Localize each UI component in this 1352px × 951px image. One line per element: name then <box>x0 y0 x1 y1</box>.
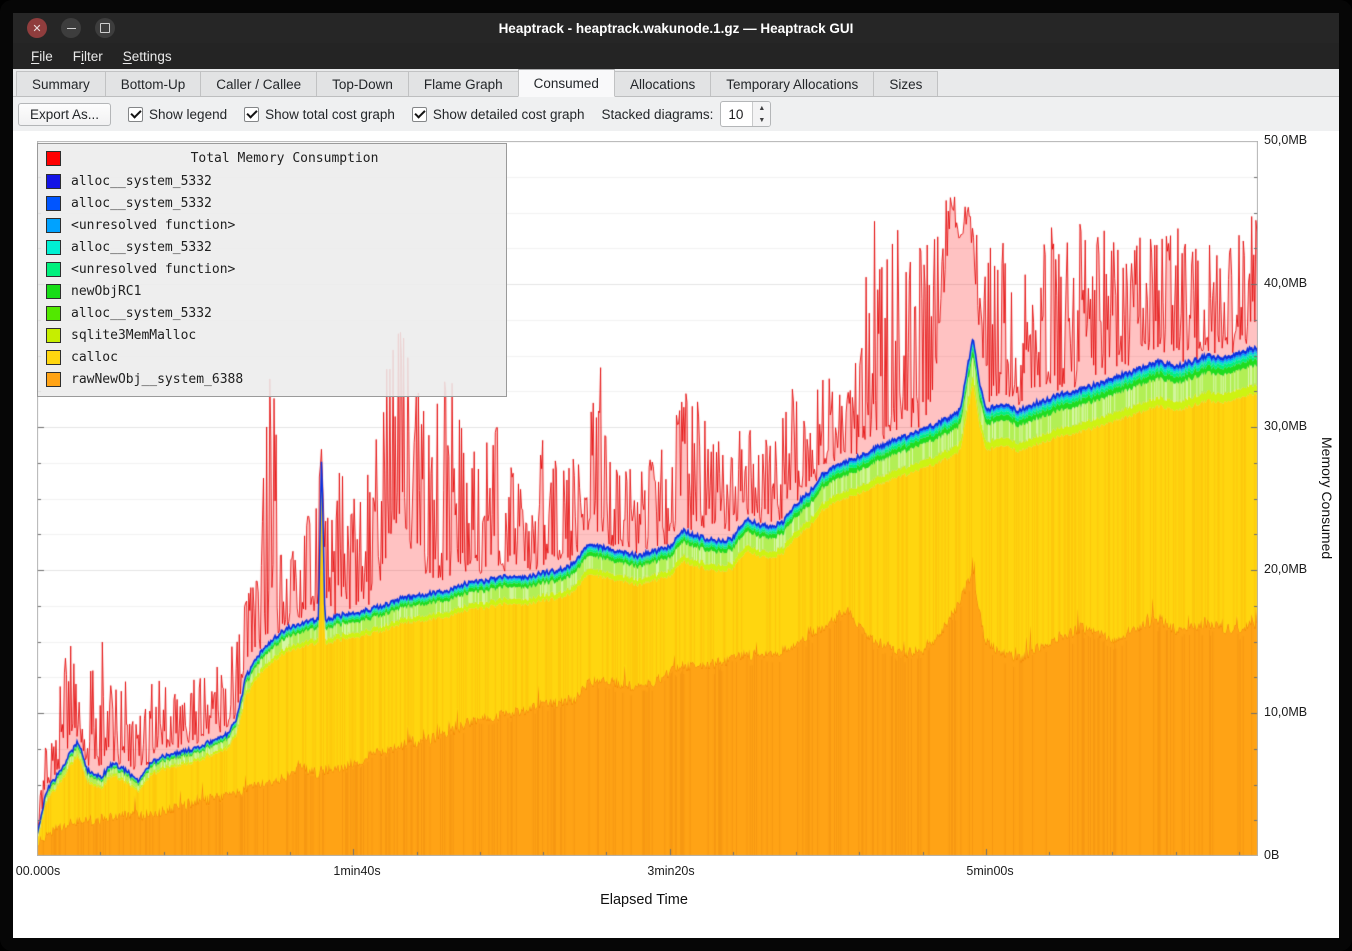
legend-swatch <box>46 262 61 277</box>
minimize-button[interactable] <box>61 18 81 38</box>
tab-top-down[interactable]: Top-Down <box>316 71 409 96</box>
tab-summary[interactable]: Summary <box>16 71 106 96</box>
y-axis-tick-label: 10,0MB <box>1264 705 1307 719</box>
y-axis-tick-label: 50,0MB <box>1264 133 1307 147</box>
legend-item: <unresolved function> <box>38 214 506 236</box>
x-axis-tick-label: 5min00s <box>945 864 1035 878</box>
export-as-button[interactable]: Export As... <box>18 103 111 126</box>
legend-swatch <box>46 284 61 299</box>
tab-flame-graph[interactable]: Flame Graph <box>408 71 519 96</box>
legend-item: sqlite3MemMalloc <box>38 324 506 346</box>
legend-item: alloc__system_5332 <box>38 170 506 192</box>
checkbox-icon <box>128 107 143 122</box>
legend-label: alloc__system_5332 <box>71 306 212 321</box>
checkbox-icon <box>244 107 259 122</box>
legend-item: <unresolved function> <box>38 258 506 280</box>
legend-swatch <box>46 196 61 211</box>
tab-allocations[interactable]: Allocations <box>614 71 711 96</box>
legend-label: rawNewObj__system_6388 <box>71 372 243 387</box>
legend-item: newObjRC1 <box>38 280 506 302</box>
legend-title: Total Memory Consumption <box>71 151 498 166</box>
tab-bar: Summary Bottom-Up Caller / Callee Top-Do… <box>13 69 1339 97</box>
y-axis-tick-label: 30,0MB <box>1264 419 1307 433</box>
y-axis-tick-label: 20,0MB <box>1264 562 1307 576</box>
window-frame: ✕ Heaptrack - heaptrack.wakunode.1.gz — … <box>0 0 1352 951</box>
x-axis-tick-label: 1min40s <box>312 864 402 878</box>
menu-file-key: F <box>31 49 39 64</box>
legend-label: sqlite3MemMalloc <box>71 328 196 343</box>
legend-swatch <box>46 218 61 233</box>
chart-region: Total Memory Consumption alloc__system_5… <box>13 131 1339 938</box>
menu-settings[interactable]: Settings <box>113 46 182 67</box>
y-axis-tick-label: 40,0MB <box>1264 276 1307 290</box>
show-total-cost-graph-checkbox[interactable]: Show total cost graph <box>244 107 395 122</box>
show-legend-checkbox[interactable]: Show legend <box>128 107 227 122</box>
legend-item: alloc__system_5332 <box>38 302 506 324</box>
x-axis-title: Elapsed Time <box>564 892 724 908</box>
tab-bottom-up[interactable]: Bottom-Up <box>105 71 202 96</box>
legend-label: <unresolved function> <box>71 262 235 277</box>
legend-item: alloc__system_5332 <box>38 236 506 258</box>
stacked-diagrams-label: Stacked diagrams: <box>602 107 714 122</box>
legend-swatch <box>46 372 61 387</box>
checkbox-label: Show detailed cost graph <box>433 107 585 122</box>
tab-temporary-allocations[interactable]: Temporary Allocations <box>710 71 874 96</box>
spinbox-buttons: ▲ ▼ <box>752 102 770 126</box>
window-title: Heaptrack - heaptrack.wakunode.1.gz — He… <box>499 21 854 36</box>
chart-legend: Total Memory Consumption alloc__system_5… <box>37 143 507 397</box>
stacked-diagrams-control: Stacked diagrams: 10 ▲ ▼ <box>602 101 772 127</box>
menu-filter-post: lter <box>84 49 103 64</box>
legend-label: alloc__system_5332 <box>71 196 212 211</box>
menu-bar: File Filter Settings <box>13 43 1339 69</box>
legend-label: alloc__system_5332 <box>71 240 212 255</box>
x-axis-tick-label: 3min20s <box>626 864 716 878</box>
legend-swatch <box>46 174 61 189</box>
legend-label: newObjRC1 <box>71 284 141 299</box>
menu-settings-key: S <box>123 49 132 64</box>
tab-consumed[interactable]: Consumed <box>518 69 615 97</box>
close-button[interactable]: ✕ <box>27 18 47 38</box>
legend-label: alloc__system_5332 <box>71 174 212 189</box>
spin-up-button[interactable]: ▲ <box>753 102 770 114</box>
x-axis-tick-label: 00.000s <box>0 864 83 878</box>
y-axis-title: Memory Consumed <box>1319 437 1335 559</box>
spinbox-value[interactable]: 10 <box>721 102 752 126</box>
legend-item: rawNewObj__system_6388 <box>38 368 506 390</box>
legend-title-swatch <box>46 151 61 166</box>
menu-file-post: ile <box>39 49 53 64</box>
checkbox-label: Show total cost graph <box>265 107 395 122</box>
y-axis-tick-label: 0B <box>1264 848 1279 862</box>
tab-sizes[interactable]: Sizes <box>873 71 938 96</box>
menu-filter[interactable]: Filter <box>63 46 113 67</box>
menu-filter-pre: F <box>73 49 81 64</box>
menu-file[interactable]: File <box>21 46 63 67</box>
legend-title-row: Total Memory Consumption <box>38 146 506 170</box>
legend-swatch <box>46 350 61 365</box>
maximize-button[interactable] <box>95 18 115 38</box>
toolbar: Export As... Show legend Show total cost… <box>13 97 1339 131</box>
legend-swatch <box>46 306 61 321</box>
legend-item: calloc <box>38 346 506 368</box>
window-content: ✕ Heaptrack - heaptrack.wakunode.1.gz — … <box>13 13 1339 938</box>
show-detailed-cost-graph-checkbox[interactable]: Show detailed cost graph <box>412 107 585 122</box>
checkbox-icon <box>412 107 427 122</box>
checkbox-label: Show legend <box>149 107 227 122</box>
stacked-diagrams-spinbox[interactable]: 10 ▲ ▼ <box>720 101 771 127</box>
legend-label: calloc <box>71 350 118 365</box>
spin-down-button[interactable]: ▼ <box>753 114 770 126</box>
legend-swatch <box>46 240 61 255</box>
legend-label: <unresolved function> <box>71 218 235 233</box>
menu-settings-post: ettings <box>132 49 172 64</box>
legend-swatch <box>46 328 61 343</box>
window-controls: ✕ <box>27 18 115 38</box>
tab-caller-callee[interactable]: Caller / Callee <box>200 71 317 96</box>
legend-item: alloc__system_5332 <box>38 192 506 214</box>
title-bar[interactable]: ✕ Heaptrack - heaptrack.wakunode.1.gz — … <box>13 13 1339 43</box>
